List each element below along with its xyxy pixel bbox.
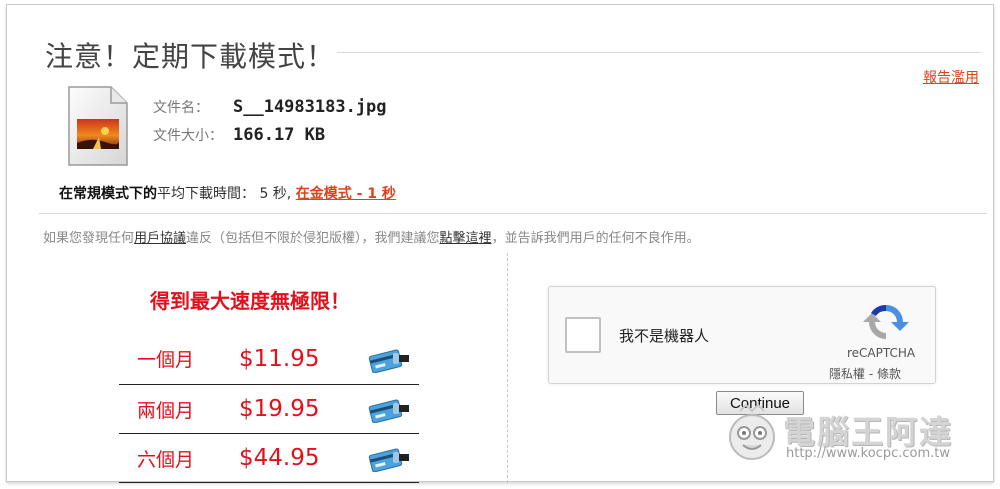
file-name-row: 文件名： S__14983183.jpg	[153, 97, 387, 125]
credit-card-icon[interactable]	[359, 345, 419, 373]
notice-text-2: 違反（包括但不限於侵犯版權），我們建議您	[186, 231, 440, 246]
plan-name: 兩個月	[137, 399, 195, 422]
page-title: 注意！定期下載模式！	[45, 40, 336, 73]
average-time-text: 平均下載時間： 5 秒,	[157, 186, 296, 202]
recaptcha-widget: 我不是機器人 reCAPTCHA 隱私權 - 條款	[548, 286, 936, 384]
plan-price: $11.95	[239, 345, 320, 372]
download-speed-info: 在常規模式下的平均下載時間： 5 秒, 在金模式 - 1 秒	[59, 183, 396, 203]
user-agreement-link[interactable]: 用戶協議	[134, 231, 186, 246]
credit-card-icon[interactable]	[359, 395, 419, 423]
plan-row-six-months[interactable]: 六個月 $44.95	[119, 434, 419, 483]
mascot-face-icon	[722, 403, 782, 465]
column-divider	[507, 253, 508, 483]
file-size-row: 文件大小： 166.17 KB	[153, 125, 387, 153]
recaptcha-label: 我不是機器人	[619, 327, 710, 345]
credit-card-icon[interactable]	[359, 444, 419, 472]
watermark-url: http://www.kocpc.com.tw	[786, 446, 950, 461]
section-divider	[39, 213, 987, 214]
site-watermark: 電腦王阿達 http://www.kocpc.com.tw	[722, 401, 972, 467]
recaptcha-privacy-terms-links[interactable]: 隱私權 - 條款	[829, 365, 901, 382]
plan-price: $44.95	[239, 445, 320, 471]
recaptcha-brand: reCAPTCHA	[847, 346, 916, 360]
file-name-label: 文件名：	[153, 100, 209, 116]
promo-title: 得到最大速度無極限！	[150, 289, 350, 313]
file-size-value: 166.17 KB	[233, 125, 326, 145]
recaptcha-checkbox[interactable]	[565, 317, 601, 353]
title-divider	[337, 52, 981, 53]
gold-mode-link[interactable]: 在金模式 - 1 秒	[296, 186, 396, 202]
file-size-label: 文件大小：	[153, 128, 223, 144]
file-info: 文件名： S__14983183.jpg 文件大小： 166.17 KB	[153, 97, 387, 153]
plan-row-one-month[interactable]: 一個月 $11.95	[119, 333, 419, 385]
plan-list: 一個月 $11.95 兩個月 $19.95 六個月 $44.95	[119, 333, 419, 483]
file-name-value: S__14983183.jpg	[233, 97, 387, 117]
image-file-icon	[65, 85, 131, 167]
abuse-notice: 如果您發現任何用戶協議違反（包括但不限於侵犯版權），我們建議您點擊這裡，並告訴我…	[43, 227, 700, 246]
page-frame: 注意！定期下載模式！ 報告濫用 文件名： S__14983183.jpg 文件大…	[6, 4, 994, 483]
recaptcha-logo-icon	[863, 299, 909, 345]
notice-text-1: 如果您發現任何	[43, 231, 135, 246]
click-here-link[interactable]: 點擊這裡	[440, 231, 492, 246]
plan-price: $19.95	[239, 396, 320, 422]
report-abuse-link[interactable]: 報告濫用	[923, 67, 979, 87]
plan-name: 一個月	[137, 349, 195, 371]
regular-mode-label: 在常規模式下的	[59, 186, 157, 202]
plan-name: 六個月	[137, 448, 195, 471]
notice-text-3: ，並告訴我們用戶的任何不良作用。	[491, 231, 700, 246]
plan-row-two-months[interactable]: 兩個月 $19.95	[119, 385, 419, 434]
